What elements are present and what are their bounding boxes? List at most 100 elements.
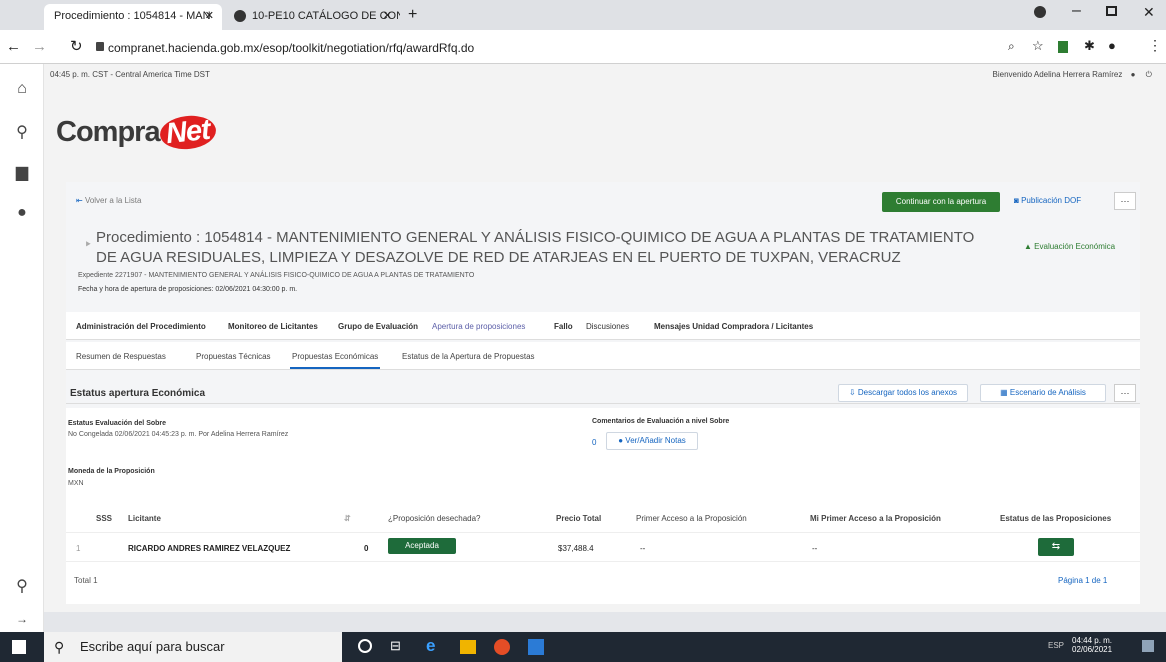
back-icon[interactable]: ← — [6, 38, 21, 55]
excel-icon[interactable] — [528, 639, 544, 655]
notas-label: Ver/Añadir Notas — [625, 436, 686, 445]
windows-taskbar: ⚲ Escribe aquí para buscar ⊟ e ESP 04:44… — [0, 632, 1166, 662]
task-view-icon[interactable]: ⊟ — [390, 638, 401, 654]
chart-icon: ▲ — [1024, 242, 1032, 251]
moneda-value: MXN — [68, 480, 84, 487]
notas-button[interactable]: ● Ver/Añadir Notas — [606, 432, 698, 450]
procedure-title: Procedimiento : 1054814 - MANTENIMIENTO … — [96, 229, 975, 266]
tab-discusiones[interactable]: Discusiones — [586, 322, 629, 331]
profile-icon[interactable] — [1034, 6, 1046, 18]
col-desechada: ¿Proposición desechada? — [388, 514, 481, 523]
continue-button[interactable]: Continuar con la apertura — [882, 192, 1000, 212]
more-options-button[interactable]: ··· — [1114, 192, 1136, 210]
notifications-icon[interactable] — [1142, 640, 1154, 652]
maximize-icon[interactable] — [1106, 6, 1117, 16]
taskbar-search[interactable]: ⚲ Escribe aquí para buscar — [44, 632, 342, 662]
back-link[interactable]: ⇤ Volver a la Lista — [76, 196, 141, 205]
status-action-icon[interactable]: ⇆ — [1038, 538, 1074, 556]
chrome-icon[interactable] — [494, 639, 510, 655]
back-label: Volver a la Lista — [84, 196, 142, 205]
tab-apertura[interactable]: Apertura de proposiciones — [432, 322, 525, 331]
search-placeholder: Escribe aquí para buscar — [80, 639, 225, 654]
search-icon[interactable]: ⚲ — [0, 572, 44, 602]
browser-tab-strip: Procedimiento : 1054814 - MAN ✕ 10-PE10 … — [0, 0, 1166, 30]
escenario-label: Escenario de Análisis — [1009, 388, 1086, 397]
comentarios-label: Comentarios de Evaluación a nivel Sobre — [592, 418, 730, 425]
address-bar: ← → ↻ compranet.hacienda.gob.mx/esop/too… — [0, 30, 1166, 64]
row-mi-primer-acceso: -- — [812, 544, 818, 553]
escenario-button[interactable]: ▦ Escenario de Análisis — [980, 384, 1106, 402]
subtab-estatus[interactable]: Estatus de la Apertura de Propuestas — [402, 352, 535, 361]
scenario-icon: ▦ — [1000, 388, 1008, 397]
close-icon[interactable]: ✕ — [383, 4, 392, 28]
clock-date: 02/06/2021 — [1072, 645, 1113, 654]
zoom-icon[interactable]: ⌕ — [1008, 39, 1015, 54]
section-title: Estatus apertura Económica — [70, 388, 206, 399]
comentarios-count: 0 — [592, 438, 597, 447]
row-count: 0 — [364, 544, 369, 553]
logo-net: Net — [158, 113, 217, 152]
col-mi-primer-acceso: Mi Primer Acceso a la Proposición — [810, 514, 941, 523]
windows-start-icon[interactable] — [12, 640, 26, 654]
extension-icon[interactable] — [1058, 41, 1068, 53]
col-sort[interactable]: ⇵ — [344, 514, 351, 523]
home-icon[interactable]: ⌂ — [0, 74, 44, 104]
tab-title: 10-PE10 CATÁLOGO DE CONCEP — [252, 10, 400, 22]
publicacion-label: Publicación DOF — [1021, 196, 1082, 205]
close-icon[interactable]: ✕ — [205, 4, 214, 28]
estatus-value: No Congelada 02/06/2021 04:45:23 p. m. P… — [68, 431, 289, 438]
comment-icon: ● — [618, 436, 624, 445]
star-icon[interactable]: ☆ — [1032, 38, 1044, 54]
side-rail: ⌂ ⚲ ▆ ● ⚲ → — [0, 64, 44, 632]
arrow-icon[interactable]: → — [0, 604, 44, 634]
tab-fallo[interactable]: Fallo — [554, 322, 573, 331]
hierarchy-icon[interactable]: ⚲ — [0, 118, 44, 148]
section-header — [66, 380, 1140, 404]
col-precio: Precio Total — [556, 514, 602, 523]
evaluacion-link[interactable]: ▲ Evaluación Económica — [1024, 242, 1115, 251]
subtab-economicas[interactable]: Propuestas Económicas — [290, 352, 381, 369]
power-icon[interactable]: ⏻ — [1146, 70, 1152, 79]
menu-icon[interactable]: ⋮ — [1148, 37, 1162, 54]
section-more-button[interactable]: ··· — [1114, 384, 1136, 402]
publicacion-link[interactable]: ◙ Publicación DOF — [1014, 196, 1081, 205]
col-primer-acceso: Primer Acceso a la Proposición — [636, 514, 747, 523]
aceptada-badge[interactable]: Aceptada — [388, 538, 456, 554]
back-arrow-icon: ⇤ — [76, 196, 83, 205]
tab-title: Procedimiento : 1054814 - MAN — [54, 10, 211, 22]
reload-icon[interactable]: ↻ — [70, 37, 83, 55]
puzzle-icon[interactable]: ✱ — [1084, 38, 1095, 54]
url-field[interactable]: compranet.hacienda.gob.mx/esop/toolkit/n… — [108, 37, 988, 59]
new-tab-icon[interactable]: + — [408, 6, 417, 24]
moneda-label: Moneda de la Proposición — [68, 468, 155, 475]
lock-icon[interactable] — [96, 42, 104, 51]
expediente-text: Expediente 2271907 - MANTENIMIENTO GENER… — [78, 272, 475, 279]
tab-monitoreo[interactable]: Monitoreo de Licitantes — [228, 322, 318, 331]
taskbar-clock[interactable]: 04:44 p. m. 02/06/2021 — [1072, 636, 1112, 654]
forward-icon[interactable]: → — [32, 38, 47, 55]
clock-time: 04:44 p. m. — [1072, 636, 1113, 645]
subtab-tecnicas[interactable]: Propuestas Técnicas — [196, 352, 271, 361]
tab-procedimiento[interactable]: Procedimiento : 1054814 - MAN ✕ — [44, 4, 222, 30]
tab-administracion[interactable]: Administración del Procedimiento — [76, 322, 206, 331]
col-sss: SSS — [96, 514, 113, 523]
subtab-resumen[interactable]: Resumen de Respuestas — [76, 352, 166, 361]
briefcase-icon[interactable]: ▆ — [0, 158, 44, 188]
lang-indicator[interactable]: ESP — [1048, 641, 1064, 650]
cortana-icon[interactable] — [358, 639, 372, 653]
user-icon[interactable]: ● — [1131, 70, 1136, 79]
tab-grupo[interactable]: Grupo de Evaluación — [338, 322, 418, 331]
estatus-label: Estatus Evaluación del Sobre — [68, 420, 167, 427]
close-window-icon[interactable]: ✕ — [1143, 4, 1155, 21]
edge-icon[interactable]: e — [426, 636, 435, 656]
download-all-button[interactable]: ⇩ Descargar todos los anexos — [838, 384, 968, 402]
file-explorer-icon[interactable] — [460, 640, 476, 654]
minimize-icon[interactable]: – — [1072, 2, 1081, 20]
tab-mensajes[interactable]: Mensajes Unidad Compradora / Licitantes — [654, 322, 813, 331]
row-licitante[interactable]: RICARDO ANDRES RAMIREZ VELAZQUEZ — [128, 544, 290, 553]
tab-catalogo[interactable]: 10-PE10 CATÁLOGO DE CONCEP ✕ — [224, 4, 400, 30]
collapse-icon[interactable]: ‣ — [84, 236, 92, 253]
user-icon[interactable]: ● — [0, 198, 44, 228]
search-icon: ⚲ — [54, 639, 65, 655]
account-icon[interactable]: ● — [1108, 38, 1116, 53]
